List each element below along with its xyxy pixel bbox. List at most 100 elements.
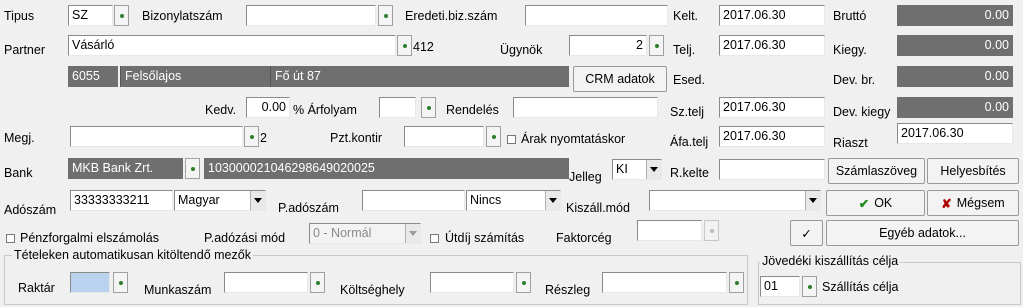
brutto-label: Bruttó [833,9,867,23]
nyelv-select[interactable]: Magyar [174,190,266,211]
kiszallmod-select[interactable] [649,190,821,211]
kelt-label: Kelt. [673,9,699,23]
padoszam-label: P.adószám [278,201,339,215]
devkiegy-value: 0.00 [897,97,1013,118]
chevron-down-icon[interactable] [405,224,420,243]
megj-label: Megj. [4,131,35,145]
adoszam-field[interactable]: 33333333211 [70,190,173,211]
bizonylatszam-label: Bizonylatszám [142,9,223,23]
nincs-value: Nincs [470,193,502,207]
szteljj-field[interactable]: 2017.06.30 [719,97,825,118]
helyesbites-button[interactable]: Helyesbítés [927,158,1019,184]
bizonylatszam-picker-icon[interactable] [378,5,393,26]
egyeb-adatok-button[interactable]: Egyéb adatok... [826,220,1019,246]
chevron-down-icon[interactable] [545,191,560,210]
pztkontir-label: Pzt.kontir [330,131,383,145]
confirm-checkmark-button[interactable]: ✓ [790,220,823,246]
padozasimod-select[interactable]: 0 - Normál [309,223,421,244]
rendeles-label: Rendelés [446,103,499,117]
chevron-down-icon[interactable] [250,191,265,210]
bizonylatszam-field[interactable] [246,5,376,26]
partner-field[interactable]: Vásárló [68,35,396,56]
chevron-down-icon[interactable] [805,191,820,210]
jovedeki-picker-icon[interactable] [802,276,817,297]
koltseghely-picker-icon[interactable] [516,272,531,293]
jelleg-label: Jelleg [569,170,602,184]
koltseghely-field[interactable] [430,272,514,293]
arak-label: Árak nyomtatáskor [521,132,626,146]
pztkontir-field[interactable] [404,126,484,147]
bank-label: Bank [4,166,33,180]
munkaszam-label: Munkaszám [144,283,212,297]
arfolyam-field[interactable] [379,97,416,118]
faktorceg-picker-icon[interactable] [704,220,719,241]
munkaszam-field[interactable] [224,272,308,293]
megsem-label: Mégsem [956,196,1005,210]
ugynok-field[interactable]: 2 [569,35,647,56]
koltseghely-label: Költséghely [340,283,405,297]
devkiegy-label: Dev. kiegy [833,105,891,119]
partner-picker-icon[interactable] [397,35,412,56]
esed-label: Esed. [673,73,705,87]
rkelte-field[interactable] [719,159,825,180]
brutto-value: 0.00 [897,5,1013,26]
tipus-field[interactable]: SZ [68,5,113,26]
telj-label: Telj. [673,43,696,57]
devbr-label: Dev. br. [833,73,876,87]
telj-field[interactable]: 2017.06.30 [719,35,825,56]
ok-button[interactable]: ✔ OK [826,190,925,216]
arak-checkbox[interactable] [507,135,516,144]
reszleg-label: Részleg [545,283,591,297]
tipus-picker-icon[interactable] [114,5,129,26]
kiegy-label: Kiegy. [833,43,867,57]
city-value: Felsőlajos [120,66,270,87]
adoszam-label: Adószám [4,203,57,217]
arfolyam-label: % Árfolyam [293,103,357,117]
rendeles-field[interactable] [513,97,658,118]
faktorceg-label: Faktorcég [556,231,612,245]
kelt-field[interactable]: 2017.06.30 [719,5,825,26]
raktar-picker-icon[interactable] [113,272,128,293]
jovedeki-group-title: Jövedéki kiszállítás célja [760,253,901,269]
nyelv-value: Magyar [178,193,220,207]
szamlaszoveg-button[interactable]: Számlaszöveg [828,158,925,184]
padozasimod-value: 0 - Normál [313,226,372,240]
riaszt-label: Riaszt [833,136,868,150]
penzforgalmi-checkbox[interactable] [6,234,15,243]
eredeti-field[interactable] [525,5,668,26]
megsem-button[interactable]: ✘ Mégsem [927,190,1019,216]
megj-picker-icon[interactable] [244,126,259,147]
ugynok-label: Ügynök [500,43,543,57]
checkmark-icon: ✔ [858,196,870,211]
reszleg-field[interactable] [602,272,727,293]
jelleg-select[interactable]: KI [612,159,662,180]
ugynok-picker-icon[interactable] [649,35,664,56]
jovedeki-code-field[interactable]: 01 [760,276,800,297]
raktar-field[interactable] [70,272,110,293]
bank-name-value: MKB Bank Zrt. [68,158,183,179]
megj-field[interactable] [70,126,243,147]
devbr-value: 0.00 [897,66,1013,87]
utdij-checkbox[interactable] [430,234,439,243]
chevron-down-icon[interactable] [646,160,661,179]
szallitas-celja-label: Szállítás célja [822,280,899,294]
riaszt-field[interactable]: 2017.06.30 [897,123,1013,144]
kiegy-value: 0.00 [897,35,1013,56]
faktorceg-field[interactable] [637,220,702,241]
rkelte-label: R.kelte [670,166,709,180]
partner-code: 412 [413,40,434,54]
nincs-select[interactable]: Nincs [466,190,561,211]
auto-fill-group-title: Tételeken automatikusan kitöltendő mezők [12,247,253,263]
kedv-field[interactable]: 0.00 [246,97,290,118]
crm-adatok-button[interactable]: CRM adatok [573,66,667,92]
reszleg-picker-icon[interactable] [729,272,744,293]
padoszam-field[interactable] [362,190,465,211]
pztkontir-picker-icon[interactable] [486,126,501,147]
bank-picker-icon[interactable] [185,158,200,179]
megj-count: 2 [260,131,267,145]
munkaszam-picker-icon[interactable] [310,272,325,293]
kiszallmod-label: Kiszáll.mód [566,201,630,215]
zip-value: 6055 [68,66,118,87]
arfolyam-picker-icon[interactable] [421,97,436,118]
afatelj-field[interactable]: 2017.06.30 [719,126,825,147]
